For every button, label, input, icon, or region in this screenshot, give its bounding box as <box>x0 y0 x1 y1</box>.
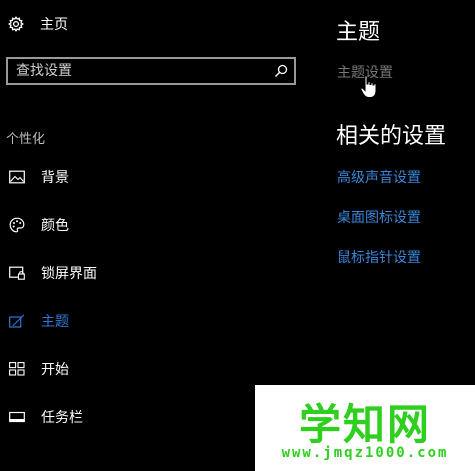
sidebar-item-label: 开始 <box>41 362 69 378</box>
related-settings-heading: 相关的设置 <box>336 124 447 149</box>
search-input[interactable] <box>8 63 268 79</box>
home-label: 主页 <box>40 17 68 33</box>
sidebar-item-lock-screen[interactable]: 锁屏界面 <box>0 249 300 297</box>
sidebar-item-label: 背景 <box>41 170 69 186</box>
search-box[interactable] <box>6 57 296 85</box>
sidebar-item-background[interactable]: 背景 <box>0 153 300 201</box>
sidebar-item-label: 主题 <box>41 314 69 330</box>
sidebar-item-themes[interactable]: 主题 <box>0 297 300 345</box>
sidebar-item-label: 任务栏 <box>41 410 83 426</box>
theme-icon <box>8 313 26 329</box>
lock-screen-icon <box>8 265 26 281</box>
watermark-url: www.jmqz1000.com <box>281 445 449 461</box>
section-label: 个性化 <box>6 132 46 147</box>
taskbar-icon <box>8 409 26 425</box>
advanced-sound-settings-link[interactable]: 高级声音设置 <box>337 167 421 187</box>
watermark: 学知网 www.jmqz1000.com <box>255 385 475 471</box>
desktop-icon-settings-link[interactable]: 桌面图标设置 <box>337 207 421 227</box>
sidebar-item-label: 颜色 <box>41 218 69 234</box>
home-link[interactable]: 主页 <box>8 12 68 36</box>
gear-icon <box>8 16 24 32</box>
watermark-text: 学知网 <box>298 400 431 449</box>
picture-icon <box>8 169 26 185</box>
page-title: 主题 <box>336 20 381 45</box>
sidebar-item-colors[interactable]: 颜色 <box>0 201 300 249</box>
search-icon[interactable] <box>268 59 294 83</box>
start-icon <box>8 361 26 377</box>
sidebar-item-label: 锁屏界面 <box>41 266 97 282</box>
mouse-pointer-settings-link[interactable]: 鼠标指针设置 <box>337 247 421 267</box>
palette-icon <box>8 217 26 233</box>
hand-cursor-icon <box>360 75 378 103</box>
